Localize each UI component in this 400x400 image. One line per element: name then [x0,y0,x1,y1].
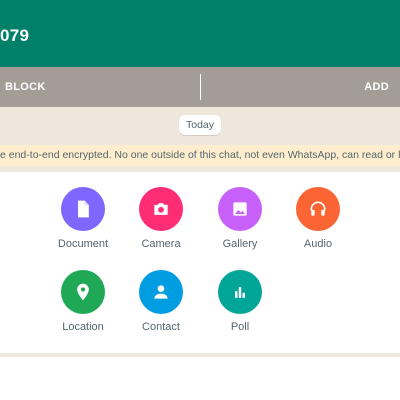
gallery-icon [218,187,262,231]
action-divider [200,74,201,100]
message-composer-area[interactable] [0,357,400,400]
attach-gallery-button[interactable]: Gallery [205,187,275,250]
encryption-notice[interactable]: e end-to-end encrypted. No one outside o… [0,145,400,166]
attach-poll-label: Poll [230,321,250,333]
add-contact-button[interactable]: ADD [364,81,389,93]
headphones-icon [296,187,340,231]
attach-document-button[interactable]: Document [48,187,118,250]
date-chip: Today [179,115,221,135]
unknown-contact-action-bar: BLOCK ADD [0,67,400,107]
attach-document-label: Document [57,238,109,250]
contact-name[interactable]: 079 [0,26,29,46]
attach-poll-button[interactable]: Poll [205,270,275,333]
attach-location-button[interactable]: Location [48,270,118,333]
chat-header: 079 [0,0,400,67]
attach-audio-label: Audio [303,238,333,250]
attach-contact-label: Contact [142,321,180,333]
contact-icon [139,270,183,314]
poll-icon [218,270,262,314]
location-pin-icon [61,270,105,314]
block-button[interactable]: BLOCK [5,81,46,93]
attach-camera-button[interactable]: Camera [126,187,196,250]
attachment-panel: Document Camera Gallery Audio Location C… [0,172,400,353]
camera-icon [139,187,183,231]
attach-gallery-label: Gallery [222,238,258,250]
attach-camera-label: Camera [141,238,181,250]
attach-contact-button[interactable]: Contact [126,270,196,333]
document-icon [61,187,105,231]
attach-audio-button[interactable]: Audio [283,187,353,250]
attach-location-label: Location [62,321,104,333]
